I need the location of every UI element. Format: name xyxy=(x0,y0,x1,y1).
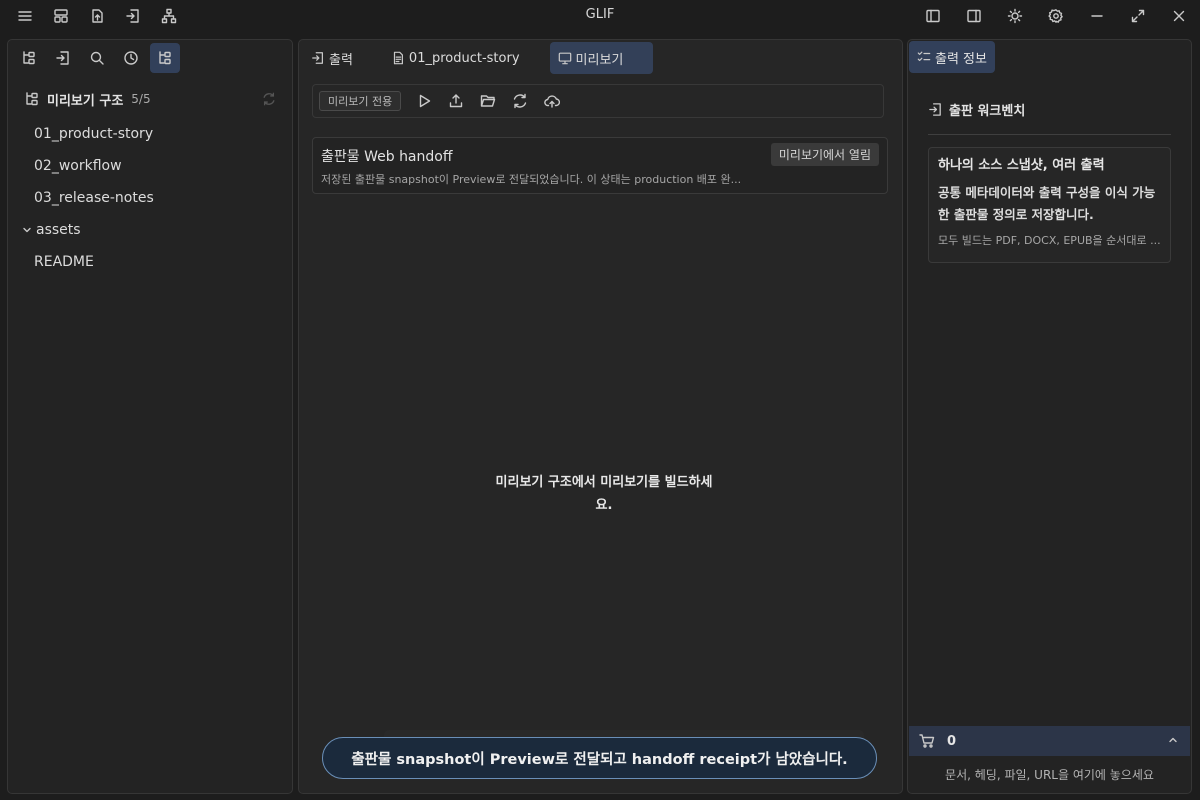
cart-count: 0 xyxy=(947,733,957,749)
info-card-line: 공통 메타데이터와 출력 구성을 이식 가능 xyxy=(938,185,1156,200)
tab-preview[interactable]: 미리보기 xyxy=(549,42,653,74)
tree-item-label: 02_workflow xyxy=(34,158,122,174)
folder-item[interactable]: assets xyxy=(8,214,292,246)
info-card-sub: 모두 빌드는 PDF, DOCX, EPUB을 순서대로 ... xyxy=(938,234,1161,247)
settings-icon[interactable] xyxy=(1037,4,1075,28)
import-icon[interactable] xyxy=(48,43,78,73)
section-header: 출판 워크벤치 xyxy=(928,100,1025,119)
document-icon xyxy=(391,51,405,65)
list-item[interactable]: 03_release-notes xyxy=(8,182,292,214)
upload-icon[interactable] xyxy=(445,90,467,112)
cart-bar[interactable]: 0 xyxy=(909,726,1190,756)
drop-zone-hint[interactable]: 문서, 헤딩, 파일, URL을 여기에 놓으세요 xyxy=(908,766,1191,783)
tree-item-label: README xyxy=(34,254,94,270)
title-bar: GLIF xyxy=(0,0,1200,32)
minimize-icon[interactable] xyxy=(1078,4,1116,28)
list-item[interactable]: README xyxy=(8,246,292,278)
close-icon[interactable] xyxy=(1160,4,1198,28)
output-icon xyxy=(311,51,325,65)
tab-output[interactable]: 출력 xyxy=(303,42,361,74)
tree-item-label: assets xyxy=(36,222,81,238)
cart-icon xyxy=(919,733,935,749)
status-badge: 미리보기에서 열림 xyxy=(770,143,879,166)
tab-label: 출력 xyxy=(329,52,353,68)
monitor-icon xyxy=(558,51,572,65)
checklist-icon xyxy=(917,50,931,64)
tab-label: 미리보기 xyxy=(575,52,624,68)
info-card: 하나의 소스 스냅샷, 여러 출력 공통 메타데이터와 출력 구성을 이식 가능… xyxy=(928,147,1171,263)
play-icon[interactable] xyxy=(413,90,435,112)
info-card-title: 하나의 소스 스냅샷, 여러 출력 xyxy=(938,158,1105,173)
right-panel: 출력 정보 출판 워크벤치 하나의 소스 스냅샷, 여러 출력 공통 메타데이터… xyxy=(907,39,1192,794)
mode-pill: 미리보기 전용 xyxy=(319,91,402,111)
info-card-line: 한 출판물 정의로 저장합니다. xyxy=(938,207,1094,222)
center-panel: 출력 01_product-story 미리보기 미리보기 전용 출판물 Web… xyxy=(298,39,903,794)
right-sidebar-icon[interactable] xyxy=(955,4,993,28)
card-description: 저장된 출판물 snapshot이 Preview로 전달되었습니다. 이 상태… xyxy=(321,173,742,186)
chevron-up-icon[interactable] xyxy=(1168,735,1178,745)
refresh-icon[interactable] xyxy=(262,92,276,106)
tree-item-label: 01_product-story xyxy=(34,126,154,142)
chevron-down-icon[interactable] xyxy=(22,225,32,235)
tree-count: 5/5 xyxy=(131,92,151,106)
preview-toolbar: 미리보기 전용 xyxy=(312,84,884,118)
left-nav-bar xyxy=(8,40,292,74)
section-title: 출판 워크벤치 xyxy=(949,104,1026,119)
tree-icon xyxy=(24,91,40,107)
card-title: 출판물 Web handoff xyxy=(321,149,453,165)
empty-message-line: 요. xyxy=(595,498,613,513)
divider xyxy=(928,134,1171,135)
left-sidebar-icon[interactable] xyxy=(914,4,952,28)
tree-item-label: 03_release-notes xyxy=(34,190,154,206)
history-icon[interactable] xyxy=(116,43,146,73)
tab-output-info[interactable]: 출력 정보 xyxy=(909,41,995,73)
left-panel: 미리보기 구조 5/5 01_product-story 02_workflow… xyxy=(7,39,293,794)
folder-open-icon[interactable] xyxy=(477,90,499,112)
refresh-icon[interactable] xyxy=(509,90,531,112)
cloud-upload-icon[interactable] xyxy=(541,90,563,112)
tree-list: 01_product-story 02_workflow 03_release-… xyxy=(8,118,292,278)
theme-sun-icon[interactable] xyxy=(996,4,1034,28)
toast-notification: 출판물 snapshot이 Preview로 전달되고 handoff rece… xyxy=(322,737,877,779)
list-item[interactable]: 01_product-story xyxy=(8,118,292,150)
search-icon[interactable] xyxy=(82,43,112,73)
tab-label: 출력 정보 xyxy=(935,51,987,67)
handoff-card[interactable]: 출판물 Web handoff 미리보기에서 열림 저장된 출판물 snapsh… xyxy=(312,137,888,194)
tab-label: 01_product-story xyxy=(408,50,520,66)
tree-icon[interactable] xyxy=(150,43,180,73)
maximize-icon[interactable] xyxy=(1119,4,1157,28)
list-item[interactable]: 02_workflow xyxy=(8,150,292,182)
tree-title: 미리보기 구조 xyxy=(47,93,124,109)
tab-document[interactable]: 01_product-story xyxy=(383,42,528,74)
import-icon xyxy=(928,102,943,117)
tree-icon[interactable] xyxy=(14,43,44,73)
empty-state-message: 미리보기 구조에서 미리보기를 빌드하세 요. xyxy=(489,471,719,517)
info-card-text: 공통 메타데이터와 출력 구성을 이식 가능 한 출판물 정의로 저장합니다. xyxy=(938,182,1161,226)
empty-message-line: 미리보기 구조에서 미리보기를 빌드하세 xyxy=(495,475,713,490)
tab-bar: 출력 01_product-story 미리보기 xyxy=(299,41,902,75)
tree-header: 미리보기 구조 5/5 xyxy=(8,86,292,112)
